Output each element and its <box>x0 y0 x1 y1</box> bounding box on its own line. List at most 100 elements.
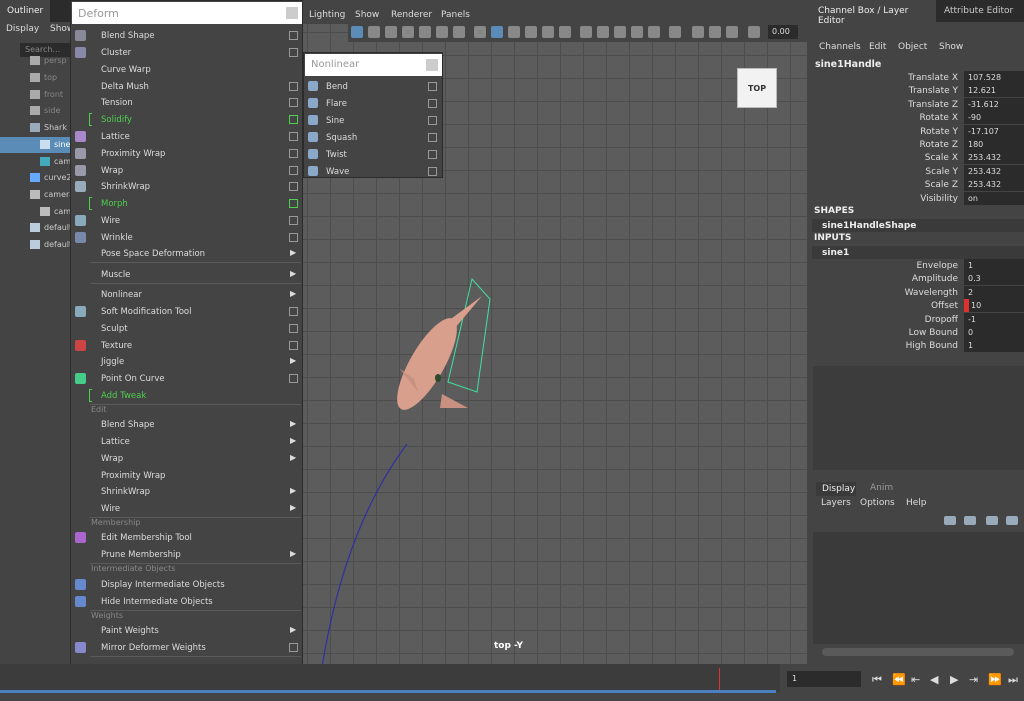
deform-menu-item[interactable]: Wire ▶ <box>71 500 302 517</box>
channel-menu-edit[interactable]: Edit <box>869 42 886 52</box>
deform-menu-item[interactable]: Lattice <box>71 128 302 145</box>
channel-row[interactable]: Rotate Z 180 <box>812 138 1024 151</box>
step-forward-icon[interactable]: ⏩ <box>988 673 1002 686</box>
horizontal-scrollbar[interactable] <box>822 648 1014 656</box>
outliner-item[interactable]: persp <box>0 53 72 69</box>
deform-menu-item[interactable]: Solidify <box>71 111 302 128</box>
input-channel-row[interactable]: Low Bound 0 <box>812 326 1024 339</box>
exposure-field[interactable]: 0.00 <box>768 25 798 39</box>
option-box[interactable] <box>289 182 298 191</box>
deform-menu-item[interactable]: Muscle ▶ <box>71 266 302 283</box>
outliner-item[interactable]: top <box>0 70 72 86</box>
deform-menu-item[interactable]: Blend Shape <box>71 27 302 44</box>
channel-value[interactable]: 253.432 <box>964 164 1024 178</box>
channel-row[interactable]: Translate Y 12.621 <box>812 84 1024 98</box>
time-slider[interactable] <box>0 664 780 692</box>
image-plane-icon[interactable] <box>726 26 738 38</box>
deform-menu-item[interactable]: Blend Shape ▶ <box>71 416 302 433</box>
xray-icon[interactable] <box>648 26 660 38</box>
smooth-shade-icon[interactable] <box>491 26 503 38</box>
play-forward-icon[interactable]: ▶ <box>950 673 958 686</box>
outliner-menu-display[interactable]: Display <box>6 24 39 34</box>
input-channel-row[interactable]: High Bound 1 <box>812 339 1024 353</box>
option-box[interactable] <box>289 82 298 91</box>
move-layer-up-icon[interactable] <box>944 516 956 525</box>
deform-menu-item[interactable]: Cluster <box>71 44 302 61</box>
input-channel-row[interactable]: Wavelength 2 <box>812 285 1024 299</box>
deform-menu-item[interactable]: Add Tweak <box>71 387 302 404</box>
nonlinear-menu-item[interactable]: Wave <box>304 163 442 180</box>
ambient-occlusion-icon[interactable] <box>580 26 592 38</box>
channel-value[interactable]: -90 <box>964 111 1024 125</box>
outliner-item[interactable]: default <box>0 220 72 236</box>
deform-menu-item[interactable]: Morph <box>71 195 302 212</box>
motion-blur-icon[interactable] <box>597 26 609 38</box>
nonlinear-menu-item[interactable]: Flare <box>304 95 442 112</box>
step-forward-key-icon[interactable]: ⇥ <box>969 673 978 686</box>
grid-icon[interactable] <box>351 26 363 38</box>
option-box[interactable] <box>289 98 298 107</box>
viewport-menu-renderer[interactable]: Renderer <box>391 10 432 20</box>
option-box[interactable] <box>289 374 298 383</box>
input-channel-row[interactable]: Amplitude 0.3 <box>812 272 1024 286</box>
outliner-item[interactable]: front <box>0 87 72 103</box>
safe-action-icon[interactable] <box>436 26 448 38</box>
default-material-icon[interactable] <box>508 26 520 38</box>
step-back-icon[interactable]: ⏪ <box>892 673 906 686</box>
option-box[interactable] <box>289 341 298 350</box>
layer-menu-options[interactable]: Options <box>860 498 895 508</box>
deform-menu-item[interactable]: Curve Warp <box>71 61 302 78</box>
option-box[interactable] <box>289 643 298 652</box>
view-cube[interactable]: TOP <box>737 68 777 108</box>
outliner-item[interactable]: sine <box>0 137 72 153</box>
channel-row[interactable]: Rotate Y -17.107 <box>812 124 1024 138</box>
shape-node-name[interactable]: sine1HandleShape <box>812 219 1024 232</box>
film-gate-icon[interactable] <box>368 26 380 38</box>
option-box[interactable] <box>289 233 298 242</box>
channel-value[interactable]: 0.3 <box>964 272 1024 286</box>
layer-menu-help[interactable]: Help <box>906 498 927 508</box>
channel-row[interactable]: Scale Y 253.432 <box>812 164 1024 178</box>
deform-menu-item[interactable]: Wrap <box>71 162 302 179</box>
textured-icon[interactable] <box>525 26 537 38</box>
play-backward-icon[interactable]: ◀ <box>930 673 938 686</box>
deform-menu-item[interactable]: Wrinkle <box>71 229 302 246</box>
channel-menu-show[interactable]: Show <box>939 42 963 52</box>
camera-attributes-icon[interactable] <box>692 26 704 38</box>
outliner-item[interactable]: default <box>0 237 72 253</box>
deform-menu-item[interactable]: Display Intermediate Objects <box>71 576 302 593</box>
tear-off-icon[interactable] <box>426 59 438 71</box>
channel-value[interactable]: on <box>964 191 1024 205</box>
isolate-select-icon[interactable] <box>669 26 681 38</box>
channel-value[interactable]: -31.612 <box>964 97 1024 111</box>
channel-value[interactable]: 2 <box>964 285 1024 299</box>
deform-menu-item[interactable]: Mirror Deformer Weights <box>71 639 302 656</box>
outliner-item[interactable]: side <box>0 103 72 119</box>
field-chart-icon[interactable] <box>419 26 431 38</box>
deform-menu-item[interactable]: Sculpt <box>71 320 302 337</box>
nonlinear-menu-item[interactable]: Sine <box>304 112 442 129</box>
nonlinear-menu-item[interactable]: Twist <box>304 146 442 163</box>
channel-box-tab[interactable]: Channel Box / Layer Editor <box>812 0 936 26</box>
option-box[interactable] <box>428 150 437 159</box>
channel-value[interactable]: -1 <box>964 312 1024 326</box>
channel-menu-object[interactable]: Object <box>898 42 927 52</box>
input-channel-row[interactable]: Offset 10 <box>812 299 1024 313</box>
layer-list[interactable] <box>813 532 1024 644</box>
channel-menu-channels[interactable]: Channels <box>819 42 861 52</box>
viewport-menu-show[interactable]: Show <box>355 10 379 20</box>
deform-menu-item[interactable]: Lattice ▶ <box>71 433 302 450</box>
current-time-marker[interactable] <box>719 668 720 692</box>
channel-value[interactable]: 12.621 <box>964 84 1024 98</box>
anti-aliasing-icon[interactable] <box>614 26 626 38</box>
input-node-name[interactable]: sine1 <box>812 246 1024 259</box>
nonlinear-menu-title[interactable]: Nonlinear <box>305 54 442 76</box>
depth-of-field-icon[interactable] <box>631 26 643 38</box>
new-layer-selected-icon[interactable] <box>1006 516 1018 525</box>
deform-menu-item[interactable]: ShrinkWrap <box>71 178 302 195</box>
deform-menu-item[interactable]: Point On Curve <box>71 370 302 387</box>
deform-menu-item[interactable]: Nonlinear ▶ <box>71 286 302 303</box>
gate-mask-icon[interactable] <box>402 26 414 38</box>
option-box[interactable] <box>289 166 298 175</box>
channel-row[interactable]: Rotate X -90 <box>812 111 1024 125</box>
